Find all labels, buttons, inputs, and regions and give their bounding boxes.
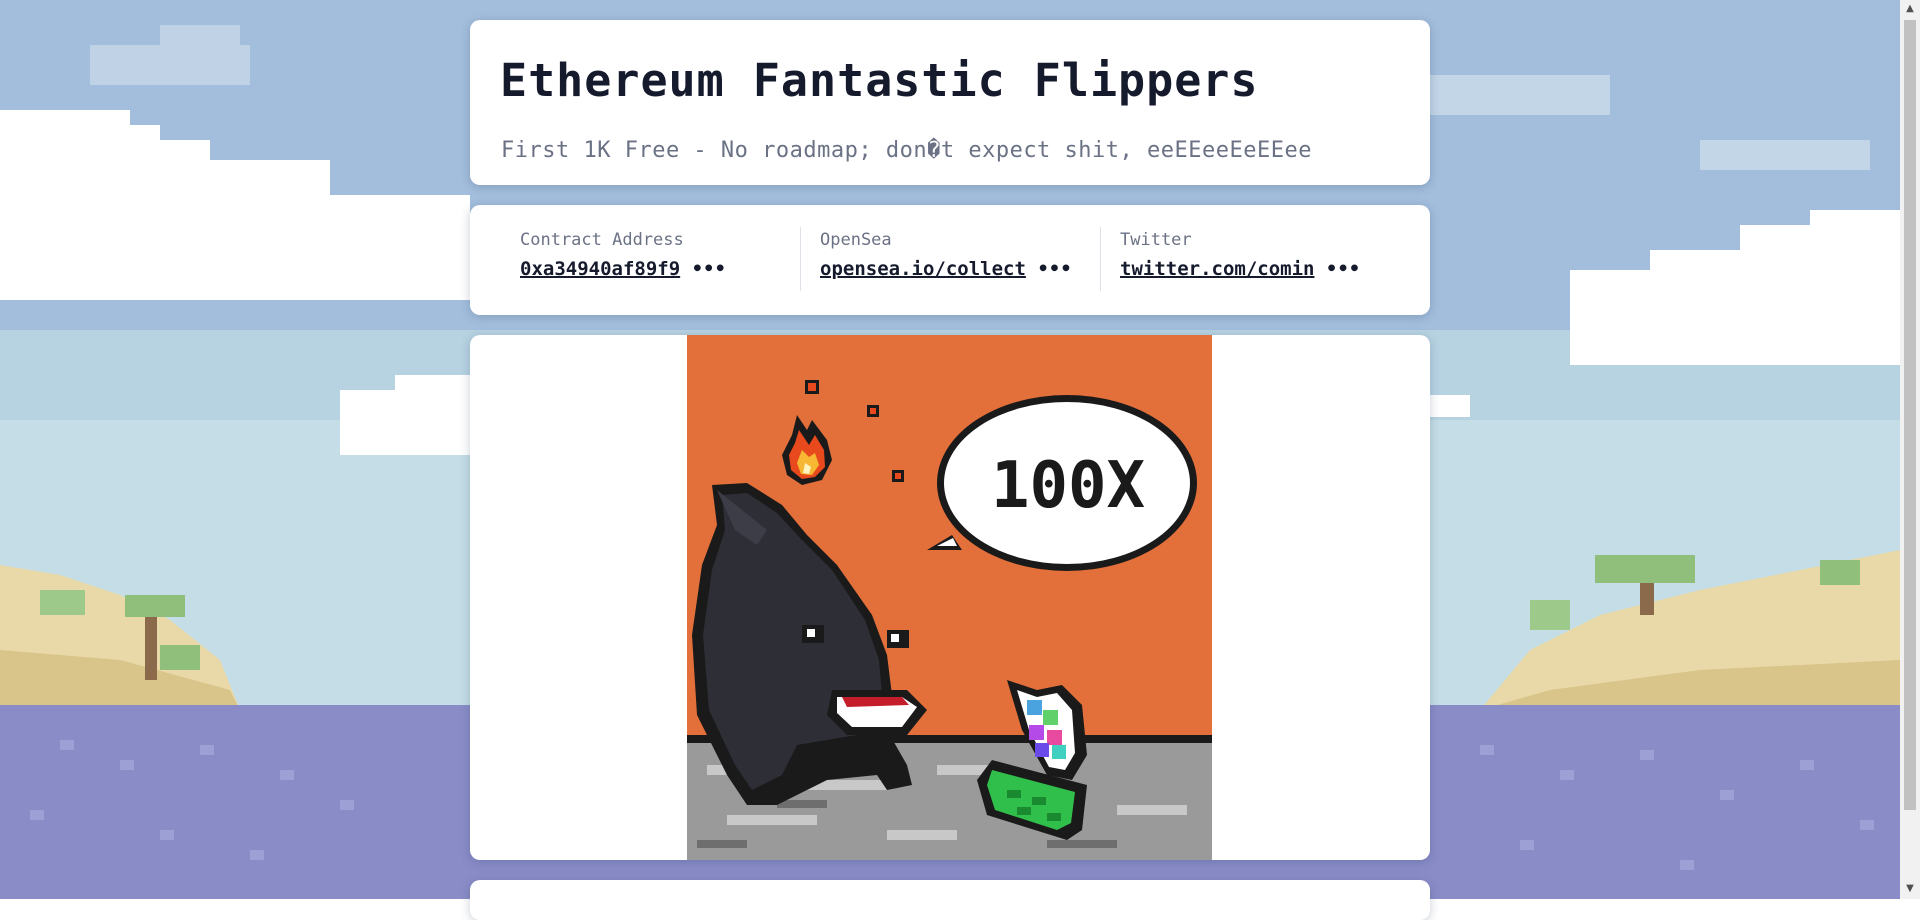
contract-address-ellipsis: ••• bbox=[691, 258, 726, 280]
twitter-label: Twitter bbox=[1120, 230, 1192, 250]
page-subtitle: First 1K Free - No roadmap; don�t expect… bbox=[501, 138, 1312, 163]
opensea-value[interactable]: opensea.io/collect bbox=[820, 258, 1026, 280]
scroll-up-icon[interactable]: ▲ bbox=[1904, 2, 1916, 16]
scrollbar-thumb[interactable] bbox=[1904, 20, 1916, 810]
twitter-link[interactable]: twitter.com/comin ••• bbox=[1120, 258, 1385, 280]
opensea-label: OpenSea bbox=[820, 230, 892, 250]
contract-address-link[interactable]: 0xa34940af89f9 ••• bbox=[520, 258, 785, 280]
speech-text: 100X bbox=[991, 449, 1145, 523]
contract-address-block: Contract Address 0xa34940af89f9 ••• bbox=[520, 230, 785, 292]
twitter-value[interactable]: twitter.com/comin bbox=[1120, 258, 1314, 280]
opensea-ellipsis: ••• bbox=[1037, 258, 1072, 280]
contract-address-label: Contract Address bbox=[520, 230, 684, 250]
artwork-card: 100X bbox=[470, 335, 1430, 860]
opensea-link[interactable]: opensea.io/collect ••• bbox=[820, 258, 1085, 280]
contract-address-value[interactable]: 0xa34940af89f9 bbox=[520, 258, 680, 280]
scroll-down-icon[interactable]: ▼ bbox=[1904, 882, 1916, 896]
next-card bbox=[470, 880, 1430, 920]
twitter-ellipsis: ••• bbox=[1325, 258, 1361, 280]
divider bbox=[1100, 227, 1101, 291]
twitter-block: Twitter twitter.com/comin ••• bbox=[1120, 230, 1385, 292]
links-card: Contract Address 0xa34940af89f9 ••• Open… bbox=[470, 205, 1430, 315]
nft-artwork-image: 100X bbox=[687, 335, 1212, 860]
page-title: Ethereum Fantastic Flippers bbox=[500, 54, 1259, 107]
header-card: Ethereum Fantastic Flippers First 1K Fre… bbox=[470, 20, 1430, 185]
divider bbox=[800, 227, 801, 291]
opensea-block: OpenSea opensea.io/collect ••• bbox=[820, 230, 1085, 292]
